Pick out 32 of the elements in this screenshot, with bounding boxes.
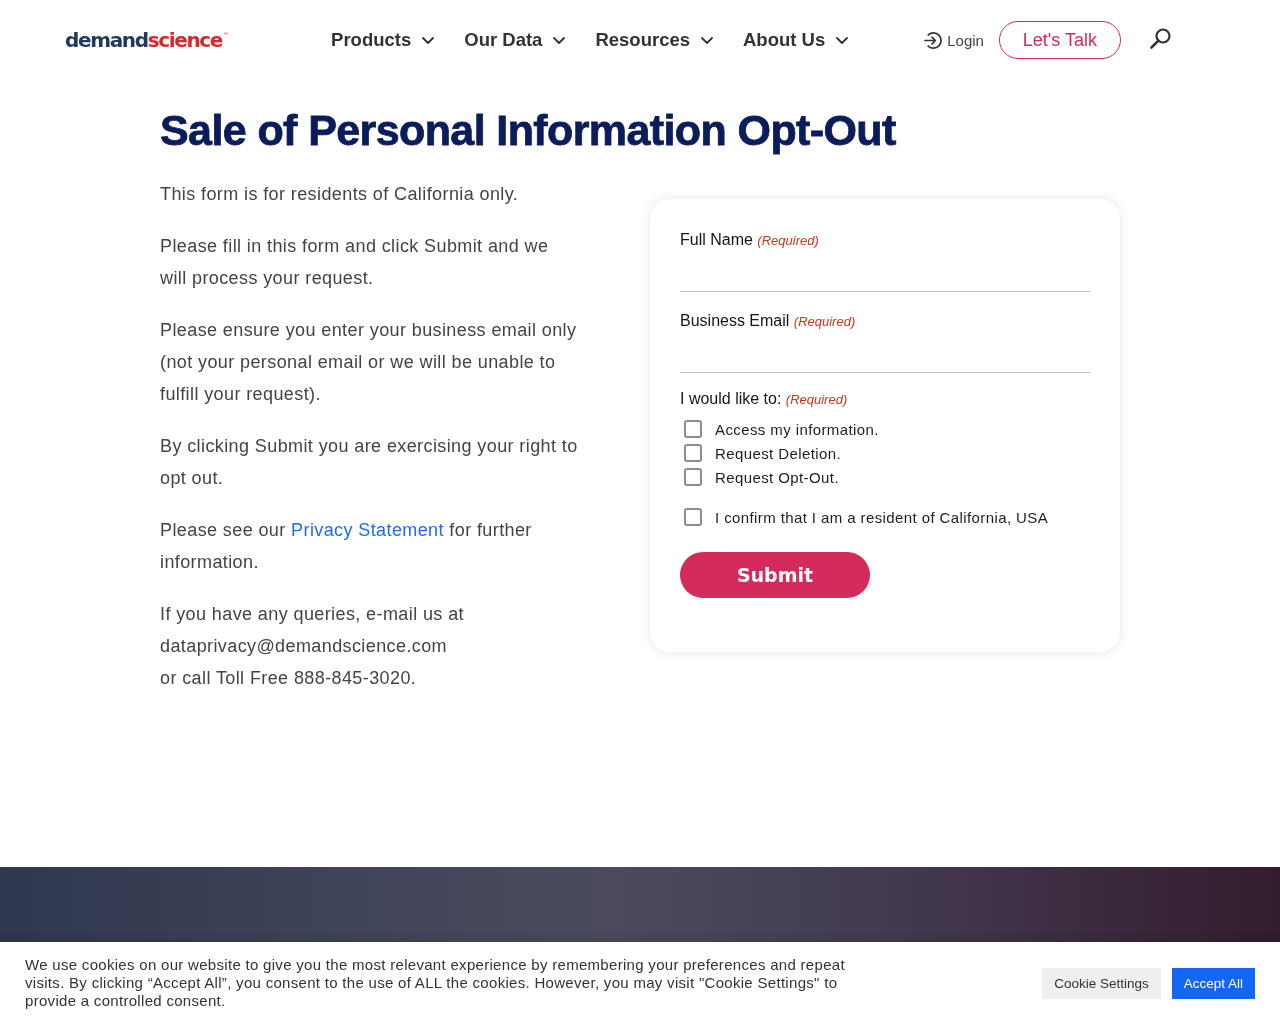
checkbox-label: I confirm that I am a resident of California, USA (715, 508, 1049, 526)
privacy-statement-link[interactable]: Privacy Statement (291, 520, 444, 540)
field-label: Business Email (Required) (680, 311, 856, 331)
intro-paragraph: By clicking Submit you are exercising your right to opt out. (160, 435, 578, 490)
lets-talk-button[interactable]: Let's Talk (998, 21, 1121, 59)
nav-menu-item[interactable]: Products (331, 29, 435, 51)
nav-menu-item[interactable]: Resources (595, 29, 713, 51)
login-link[interactable]: Login (923, 30, 984, 50)
intro-paragraph: Please fill in this form and click Submit and we will process your request. (160, 235, 550, 290)
nav-menu-item[interactable]: Our Data (464, 29, 566, 51)
checkbox[interactable] (684, 468, 702, 486)
field-label: Full Name (Required) (680, 230, 819, 250)
cookie-settings-button[interactable]: Cookie Settings (1042, 967, 1161, 999)
checkbox[interactable] (684, 508, 702, 526)
checkbox[interactable] (684, 420, 702, 438)
intro-paragraph: Please ensure you enter your business email only (not your personal email or we will be unable to fulfill your request). (160, 319, 578, 406)
checkbox[interactable] (684, 444, 702, 462)
field-label: I would like to: (Required) (680, 389, 848, 409)
intro-paragraph: Please see our Privacy Statement for further information. (160, 519, 533, 574)
nav-menu-item[interactable]: About Us (743, 29, 849, 51)
submit-button[interactable]: Submit (680, 552, 870, 598)
intro-paragraph: This form is for residents of California only. (160, 183, 520, 206)
checkbox-label: Request Deletion. (715, 444, 842, 462)
page-title: Sale of Personal Information Opt-Out (160, 105, 896, 153)
cookie-notice-text: We use cookies on our website to give you the most relevant experience by remembering your preferences and repeat visits. By clicking “Accept All”, you consent to the use of ALL the cookies. However, you may visit "Cookie Settings" to provide a controlled consent. (25, 956, 846, 1010)
search-icon[interactable] (1149, 27, 1171, 49)
contact-paragraph: If you have any queries, e-mail us at dataprivacy@demandscience.com or call Toll Free 888-845-3020. (160, 603, 465, 690)
accept-all-button[interactable]: Accept All (1171, 967, 1255, 999)
login-icon (923, 30, 943, 50)
checkbox-label: Access my information. (715, 420, 879, 438)
checkbox-label: Request Opt-Out. (715, 468, 839, 486)
logo[interactable]: demandscience$^{™}$ (65, 29, 230, 51)
